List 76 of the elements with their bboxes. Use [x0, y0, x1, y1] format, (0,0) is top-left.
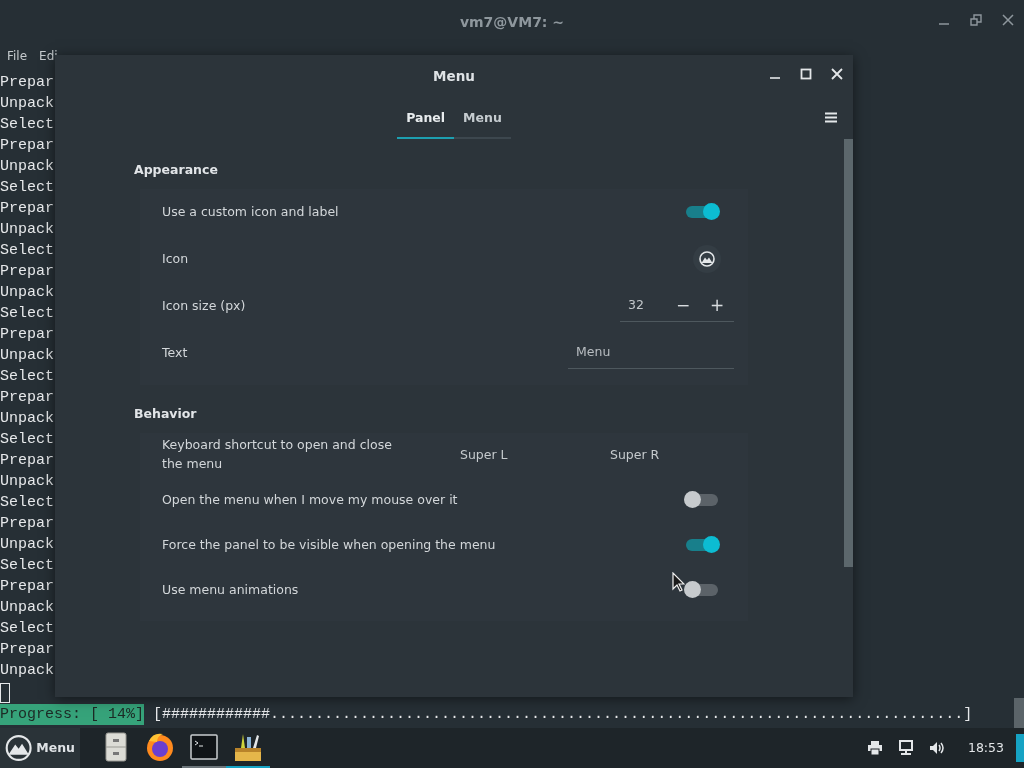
setting-label: Text: [162, 343, 188, 362]
window-title: vm7@VM7: ~: [459, 12, 565, 32]
terminal-line: Prepar: [0, 515, 54, 532]
terminal-line: Unpack: [0, 347, 54, 364]
terminal-line: Unpack: [0, 95, 54, 112]
terminal-line: Prepar: [0, 452, 54, 469]
icon-button[interactable]: [693, 245, 721, 274]
terminal-line: Prepar: [0, 263, 54, 280]
setting-label: Use a custom icon and label: [162, 202, 339, 221]
terminal-line: Prepar: [0, 326, 54, 343]
terminal-line: Unpack: [0, 536, 54, 553]
section-heading: Appearance: [134, 161, 219, 179]
text-cursor: [0, 683, 10, 703]
toggle-switch[interactable]: [686, 494, 718, 506]
terminal-line: Prepar: [0, 74, 54, 91]
mountain-logo-icon: [699, 251, 715, 268]
terminal-line: Select: [0, 179, 54, 196]
tab[interactable]: Panel: [397, 97, 455, 139]
menu-item[interactable]: File: [7, 46, 28, 65]
setting-label: Open the menu when I move my mouse over it: [162, 490, 458, 509]
field-value: 32: [627, 296, 645, 315]
restore-icon[interactable]: [970, 14, 982, 26]
terminal-icon: [188, 731, 220, 763]
terminal-line: Prepar: [0, 389, 54, 406]
terminal-line: Select: [0, 242, 54, 259]
terminal-line: Select: [0, 620, 54, 637]
volume-icon[interactable]: [928, 740, 945, 756]
progress-bar-text: [############.............................................................................]: [153, 705, 973, 725]
terminal-line: Prepar: [0, 200, 54, 217]
mountain-logo-icon: [5, 732, 33, 764]
terminal-line: Unpack: [0, 284, 54, 301]
clock[interactable]: 18:53: [967, 738, 1004, 758]
plus-button[interactable]: +: [700, 293, 734, 319]
setting-label: Keyboard shortcut to open and close the menu: [162, 436, 393, 473]
text-field[interactable]: Menu: [568, 337, 734, 370]
panel-edge-marker: [1016, 734, 1024, 762]
section-heading: Behavior: [134, 404, 198, 423]
terminal-line: Select: [0, 116, 54, 133]
setting-label: Icon: [162, 249, 189, 268]
terminal-line: Prepar: [0, 137, 54, 154]
toggle-switch[interactable]: [686, 539, 718, 551]
setting-label: Icon size (px): [162, 296, 246, 315]
setting-label: Use menu animations: [162, 580, 299, 599]
terminal-line: Select: [0, 557, 54, 574]
terminal-line: Unpack: [0, 599, 54, 616]
mouse-pointer-icon: [672, 572, 685, 592]
terminal-line: Unpack: [0, 221, 54, 238]
window-title: Menu: [433, 66, 475, 86]
terminal-line: Unpack: [0, 158, 54, 175]
setting-label: Force the panel to be visible when opening the menu: [162, 535, 496, 554]
toggle-switch[interactable]: [686, 584, 718, 596]
scrollbar[interactable]: [1014, 698, 1024, 728]
browser-icon: [144, 731, 176, 763]
terminal-line: Unpack: [0, 662, 54, 679]
terminal-line: Prepar: [0, 578, 54, 595]
toggle-switch[interactable]: [686, 206, 718, 219]
terminal-line: Select: [0, 305, 54, 322]
scrollbar[interactable]: [844, 139, 853, 567]
printer-icon[interactable]: [866, 740, 883, 756]
network-icon[interactable]: [897, 740, 914, 756]
terminal-line: Unpack: [0, 473, 54, 490]
number-field[interactable]: 32 − +: [620, 290, 734, 323]
terminal-line: Select: [0, 431, 54, 448]
terminal-line: Select: [0, 368, 54, 385]
terminal-line: Select: [0, 494, 54, 511]
terminal-line: Unpack: [0, 410, 54, 427]
progress-label: Progress: [ 14%]: [0, 704, 145, 725]
menu-icon[interactable]: [825, 112, 837, 123]
maximize-icon[interactable]: [800, 68, 812, 80]
shortcut-button[interactable]: Super L: [426, 441, 576, 469]
shortcut-button[interactable]: Super R: [576, 441, 726, 469]
minus-button[interactable]: −: [666, 293, 700, 319]
menu-button[interactable]: Menu: [0, 728, 80, 768]
close-icon[interactable]: [1002, 14, 1014, 26]
terminal-line: Prepar: [0, 641, 54, 658]
tab[interactable]: Menu: [454, 97, 511, 139]
